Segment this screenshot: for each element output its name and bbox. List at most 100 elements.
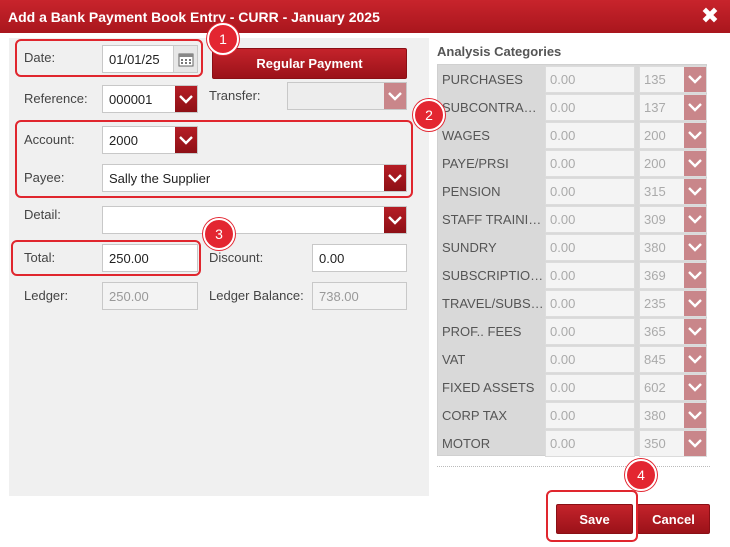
chevron-down-icon[interactable]	[684, 151, 706, 176]
analysis-row: WAGES 0.00 200	[438, 121, 708, 149]
analysis-code-select[interactable]: 365	[639, 318, 707, 345]
analysis-amount-input[interactable]: 0.00	[545, 206, 635, 233]
payee-value: Sally the Supplier	[109, 170, 211, 186]
discount-value: 0.00	[319, 250, 345, 266]
analysis-amount-input[interactable]: 0.00	[545, 150, 635, 177]
chevron-down-icon[interactable]	[684, 95, 706, 120]
analysis-code-value: 602	[644, 380, 666, 395]
analysis-code-select[interactable]: 135	[639, 66, 707, 93]
chevron-down-icon[interactable]	[175, 86, 197, 112]
chevron-down-icon[interactable]	[684, 319, 706, 344]
chevron-down-icon[interactable]	[684, 291, 706, 316]
chevron-down-icon[interactable]	[684, 235, 706, 260]
analysis-amount-input[interactable]: 0.00	[545, 374, 635, 401]
analysis-code-value: 309	[644, 212, 666, 227]
total-input[interactable]: 250.00	[102, 244, 198, 272]
analysis-code-value: 200	[644, 156, 666, 171]
date-value: 01/01/25	[109, 51, 160, 67]
analysis-code-select[interactable]: 200	[639, 122, 707, 149]
chevron-down-icon[interactable]	[684, 375, 706, 400]
analysis-code-select[interactable]: 315	[639, 178, 707, 205]
analysis-amount-value: 0.00	[550, 184, 576, 199]
analysis-amount-input[interactable]: 0.00	[545, 290, 635, 317]
analysis-code-select[interactable]: 380	[639, 234, 707, 261]
detail-select[interactable]	[102, 206, 407, 234]
analysis-category-name: SUBCONTRA…	[442, 99, 537, 115]
analysis-amount-input[interactable]: 0.00	[545, 178, 635, 205]
analysis-amount-input[interactable]: 0.00	[545, 318, 635, 345]
chevron-down-icon[interactable]	[684, 347, 706, 372]
callout-badge-1: 1	[207, 23, 239, 55]
ledger-balance-value: 738.00	[319, 288, 359, 304]
analysis-amount-input[interactable]: 0.00	[545, 66, 635, 93]
cancel-button[interactable]: Cancel	[637, 504, 710, 534]
chevron-down-icon[interactable]	[384, 83, 406, 109]
analysis-category-name: MOTOR	[442, 435, 491, 451]
analysis-row: STAFF TRAINI… 0.00 309	[438, 205, 708, 233]
reference-select[interactable]: 000001	[102, 85, 198, 113]
analysis-code-value: 845	[644, 352, 666, 367]
analysis-code-value: 235	[644, 296, 666, 311]
account-select[interactable]: 2000	[102, 126, 198, 154]
callout-badge-4: 4	[625, 459, 657, 491]
analysis-amount-input[interactable]: 0.00	[545, 122, 635, 149]
chevron-down-icon[interactable]	[384, 207, 406, 233]
analysis-amount-input[interactable]: 0.00	[545, 346, 635, 373]
analysis-category-name: CORP TAX	[442, 407, 508, 423]
analysis-row: CORP TAX 0.00 380	[438, 401, 708, 429]
analysis-amount-input[interactable]: 0.00	[545, 430, 635, 457]
save-button[interactable]: Save	[556, 504, 633, 534]
analysis-row: FIXED ASSETS 0.00 602	[438, 373, 708, 401]
analysis-amount-value: 0.00	[550, 156, 576, 171]
analysis-category-name: TRAVEL/SUBS…	[442, 295, 544, 311]
regular-payment-button[interactable]: Regular Payment	[212, 48, 407, 79]
ledger-field: 250.00	[102, 282, 198, 310]
detail-label: Detail:	[24, 207, 61, 222]
total-label: Total:	[24, 250, 56, 265]
date-label: Date:	[24, 50, 56, 65]
analysis-amount-input[interactable]: 0.00	[545, 94, 635, 121]
close-icon[interactable]: ✖	[698, 4, 722, 28]
date-field[interactable]: 01/01/25	[102, 45, 198, 73]
chevron-down-icon[interactable]	[684, 123, 706, 148]
analysis-amount-input[interactable]: 0.00	[545, 402, 635, 429]
chevron-down-icon[interactable]	[684, 431, 706, 456]
dialog-titlebar: Add a Bank Payment Book Entry - CURR - J…	[0, 0, 730, 33]
analysis-amount-input[interactable]: 0.00	[545, 234, 635, 261]
analysis-row: SUBCONTRA… 0.00 137	[438, 93, 708, 121]
analysis-categories-table: PURCHASES 0.00 135 SUBCONTRA… 0.00 137 WAGES 0.…	[437, 64, 708, 457]
analysis-code-select[interactable]: 380	[639, 402, 707, 429]
analysis-amount-value: 0.00	[550, 324, 576, 339]
transfer-select[interactable]	[287, 82, 407, 110]
discount-input[interactable]: 0.00	[312, 244, 407, 272]
analysis-row: SUNDRY 0.00 380	[438, 233, 708, 261]
analysis-code-select[interactable]: 200	[639, 150, 707, 177]
account-label: Account:	[24, 132, 75, 147]
chevron-down-icon[interactable]	[384, 165, 406, 191]
analysis-code-select[interactable]: 309	[639, 206, 707, 233]
analysis-code-value: 315	[644, 184, 666, 199]
analysis-amount-input[interactable]: 0.00	[545, 262, 635, 289]
chevron-down-icon[interactable]	[684, 179, 706, 204]
analysis-amount-value: 0.00	[550, 268, 576, 283]
analysis-code-select[interactable]: 350	[639, 430, 707, 457]
analysis-code-select[interactable]: 369	[639, 262, 707, 289]
analysis-code-select[interactable]: 235	[639, 290, 707, 317]
ledger-value: 250.00	[109, 288, 149, 304]
chevron-down-icon[interactable]	[175, 127, 197, 153]
analysis-code-select[interactable]: 845	[639, 346, 707, 373]
analysis-code-select[interactable]: 602	[639, 374, 707, 401]
analysis-category-name: WAGES	[442, 127, 490, 143]
chevron-down-icon[interactable]	[684, 207, 706, 232]
analysis-categories-title: Analysis Categories	[437, 44, 562, 59]
analysis-category-name: STAFF TRAINI…	[442, 211, 542, 227]
chevron-down-icon[interactable]	[684, 67, 706, 92]
analysis-code-value: 135	[644, 72, 666, 87]
analysis-amount-value: 0.00	[550, 240, 576, 255]
chevron-down-icon[interactable]	[684, 403, 706, 428]
payee-select[interactable]: Sally the Supplier	[102, 164, 407, 192]
analysis-category-name: SUBSCRIPTIO…	[442, 267, 544, 283]
analysis-code-select[interactable]: 137	[639, 94, 707, 121]
chevron-down-icon[interactable]	[684, 263, 706, 288]
calendar-icon[interactable]	[173, 46, 197, 72]
